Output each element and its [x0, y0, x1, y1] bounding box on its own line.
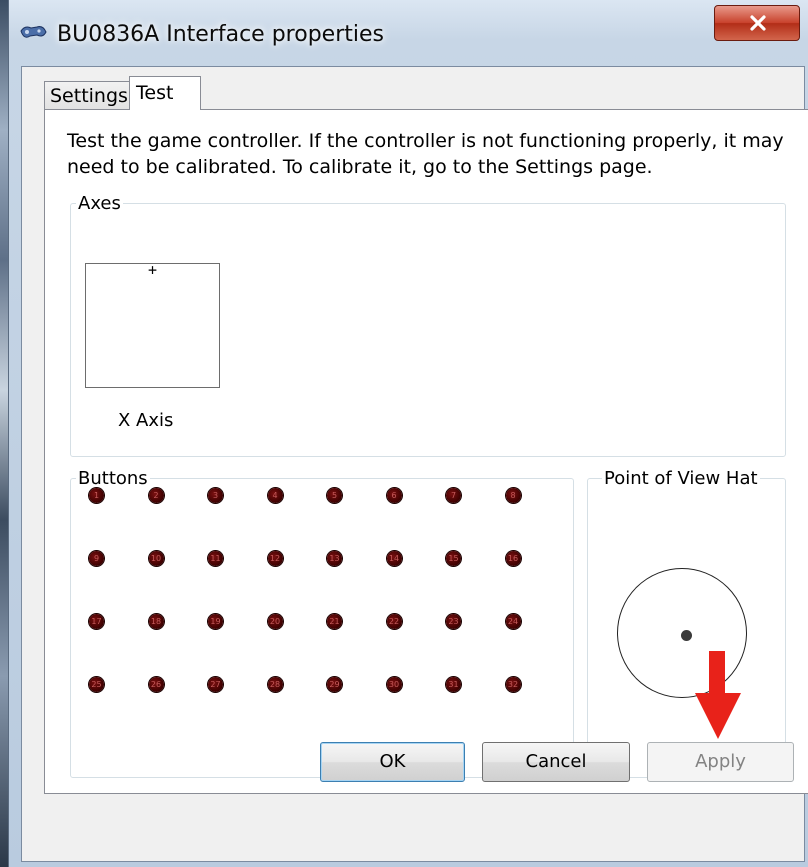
button-indicator-24: 24: [505, 614, 521, 629]
tab-settings-label: Settings: [50, 85, 128, 107]
button-indicator-2: 2: [148, 488, 164, 503]
button-indicator-11: 11: [208, 551, 223, 566]
button-indicator-16: 16: [505, 551, 521, 566]
buttons-group-label: Buttons: [76, 468, 150, 489]
button-indicator-5: 5: [327, 488, 342, 503]
x-axis-display: +: [85, 261, 220, 388]
button-indicator-28: 28: [267, 677, 283, 692]
ok-button[interactable]: OK: [320, 742, 465, 782]
button-indicator-3: 3: [208, 488, 223, 503]
button-indicator-23: 23: [446, 614, 461, 629]
axis-crosshair: +: [148, 261, 158, 279]
x-axis-label: X Axis: [118, 410, 174, 431]
desktop-background-strip: [0, 0, 8, 867]
button-indicator-22: 22: [386, 614, 402, 629]
button-indicator-6: 6: [386, 488, 402, 503]
test-description: Test the game controller. If the control…: [67, 130, 784, 178]
axes-group-label: Axes: [76, 193, 123, 214]
tab-settings[interactable]: Settings: [44, 81, 131, 109]
close-button[interactable]: [714, 5, 800, 41]
game-controller-icon: [19, 23, 47, 43]
pov-hat-group-label: Point of View Hat: [602, 468, 760, 489]
button-indicator-30: 30: [386, 677, 402, 692]
button-indicator-15: 15: [446, 551, 461, 566]
button-indicator-4: 4: [267, 488, 283, 503]
button-indicator-29: 29: [327, 677, 342, 692]
button-indicator-10: 10: [148, 551, 164, 566]
button-indicator-18: 18: [148, 614, 164, 629]
button-indicator-19: 19: [208, 614, 223, 629]
button-indicator-14: 14: [386, 551, 402, 566]
button-indicator-27: 27: [208, 677, 223, 692]
apply-button[interactable]: Apply: [647, 742, 794, 782]
button-indicator-31: 31: [446, 677, 461, 692]
cancel-button[interactable]: Cancel: [482, 742, 630, 782]
button-indicator-32: 32: [505, 677, 521, 692]
pov-hat-position-dot: [681, 630, 692, 641]
properties-window: BU0836A Interface properties Settings Te…: [8, 0, 808, 867]
button-indicator-1: 1: [89, 488, 104, 503]
button-indicator-7: 7: [446, 488, 461, 503]
button-indicator-8: 8: [505, 488, 521, 503]
buttons-group: [70, 478, 574, 778]
button-indicator-9: 9: [89, 551, 104, 566]
button-indicator-12: 12: [267, 551, 283, 566]
tab-test[interactable]: Test: [129, 76, 201, 110]
close-icon: [750, 15, 766, 31]
button-indicator-26: 26: [148, 677, 164, 692]
title-bar[interactable]: BU0836A Interface properties: [9, 0, 808, 64]
window-title: BU0836A Interface properties: [57, 22, 384, 47]
button-indicator-13: 13: [327, 551, 342, 566]
button-indicator-21: 21: [327, 614, 342, 629]
button-indicator-20: 20: [267, 614, 283, 629]
button-indicator-17: 17: [89, 614, 104, 629]
dialog-client-area: Settings Test Test the game controller. …: [21, 66, 808, 862]
red-down-arrow-icon: [695, 651, 741, 739]
button-indicator-25: 25: [89, 677, 104, 692]
tab-test-label: Test: [136, 82, 174, 104]
